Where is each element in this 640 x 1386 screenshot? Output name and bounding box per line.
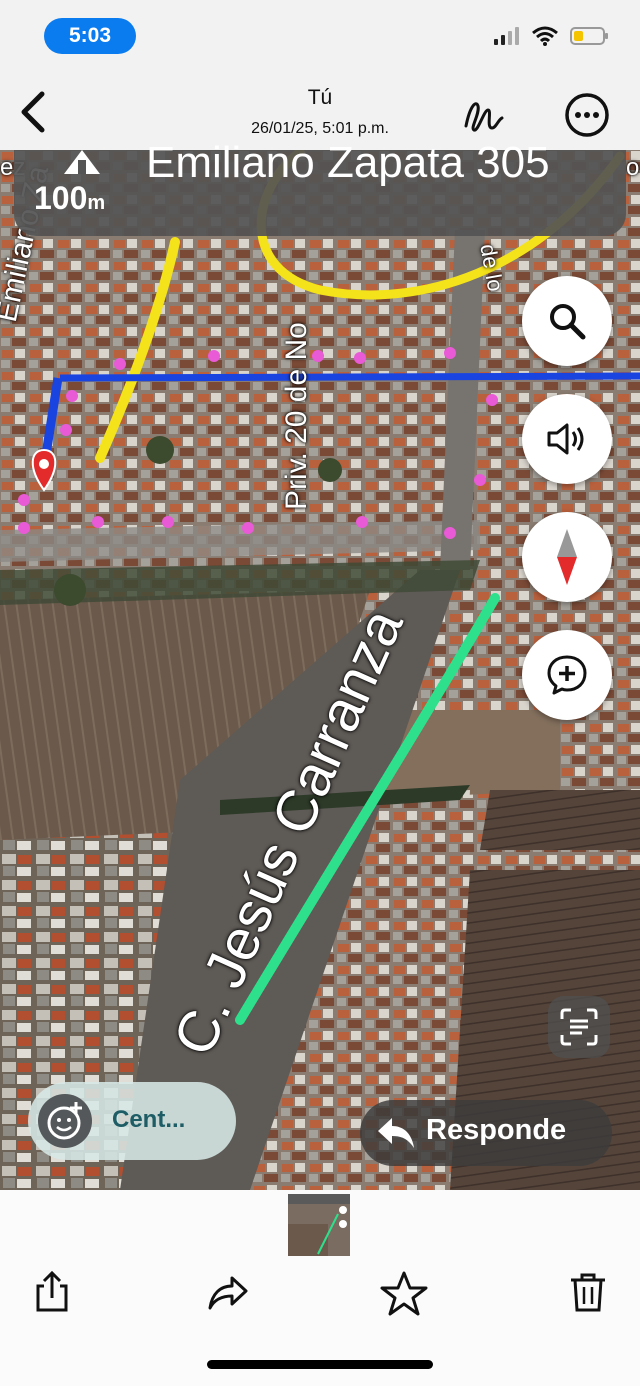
bottom-toolbar <box>0 1190 640 1386</box>
search-icon <box>550 304 586 340</box>
street-label-priv: Priv. 20 de No <box>280 322 313 510</box>
star-icon[interactable] <box>380 1270 428 1318</box>
center-pill-button[interactable]: Cent... <box>28 1082 236 1160</box>
banner-distance-unit: m <box>87 192 106 214</box>
wifi-icon <box>532 26 558 46</box>
banner-distance: 100m <box>34 180 105 217</box>
satellite-map[interactable]: Emiliano Za Priv. 20 de No C. Jesús Carr… <box>0 150 640 1190</box>
blue-route-line <box>59 372 640 382</box>
more-options-icon[interactable] <box>564 92 610 138</box>
map-compass-button[interactable] <box>522 512 612 602</box>
banner-street-name: Emiliano Zapata 305 <box>146 138 550 187</box>
trash-icon[interactable] <box>566 1270 610 1314</box>
photo-thumbnail[interactable] <box>288 1194 350 1256</box>
speaker-icon <box>547 423 584 455</box>
navigation-banner: Emiliano Zapata 305 100m <box>14 138 626 236</box>
battery-icon <box>570 27 608 45</box>
live-text-button[interactable] <box>548 996 610 1058</box>
add-reaction-icon <box>38 1094 92 1148</box>
page-title: Tú <box>307 86 333 109</box>
status-time[interactable]: 5:03 <box>44 18 136 54</box>
compass-icon <box>557 529 577 585</box>
center-pill-label: Cent... <box>112 1106 186 1133</box>
status-icons <box>494 26 610 46</box>
street-label-corner-right: o <box>626 154 640 181</box>
report-icon <box>547 655 587 695</box>
map-audio-button[interactable] <box>522 394 612 484</box>
signal-icon <box>494 27 519 45</box>
markup-pen-icon[interactable] <box>462 96 506 136</box>
reply-button[interactable]: Responde <box>360 1100 612 1166</box>
map-report-button[interactable] <box>522 630 612 720</box>
forward-icon[interactable] <box>206 1270 250 1314</box>
home-indicator <box>207 1360 433 1369</box>
banner-distance-value: 100 <box>34 180 88 216</box>
reply-button-label: Responde <box>426 1114 567 1146</box>
map-search-button[interactable] <box>522 276 612 366</box>
share-icon[interactable] <box>30 1270 74 1314</box>
status-bar: 5:03 <box>0 0 640 76</box>
page-subtitle: 26/01/25, 5:01 p.m. <box>251 120 389 137</box>
reply-arrow-icon <box>378 1118 414 1148</box>
straight-arrow-icon <box>64 150 100 174</box>
text-scan-icon <box>560 1008 598 1046</box>
